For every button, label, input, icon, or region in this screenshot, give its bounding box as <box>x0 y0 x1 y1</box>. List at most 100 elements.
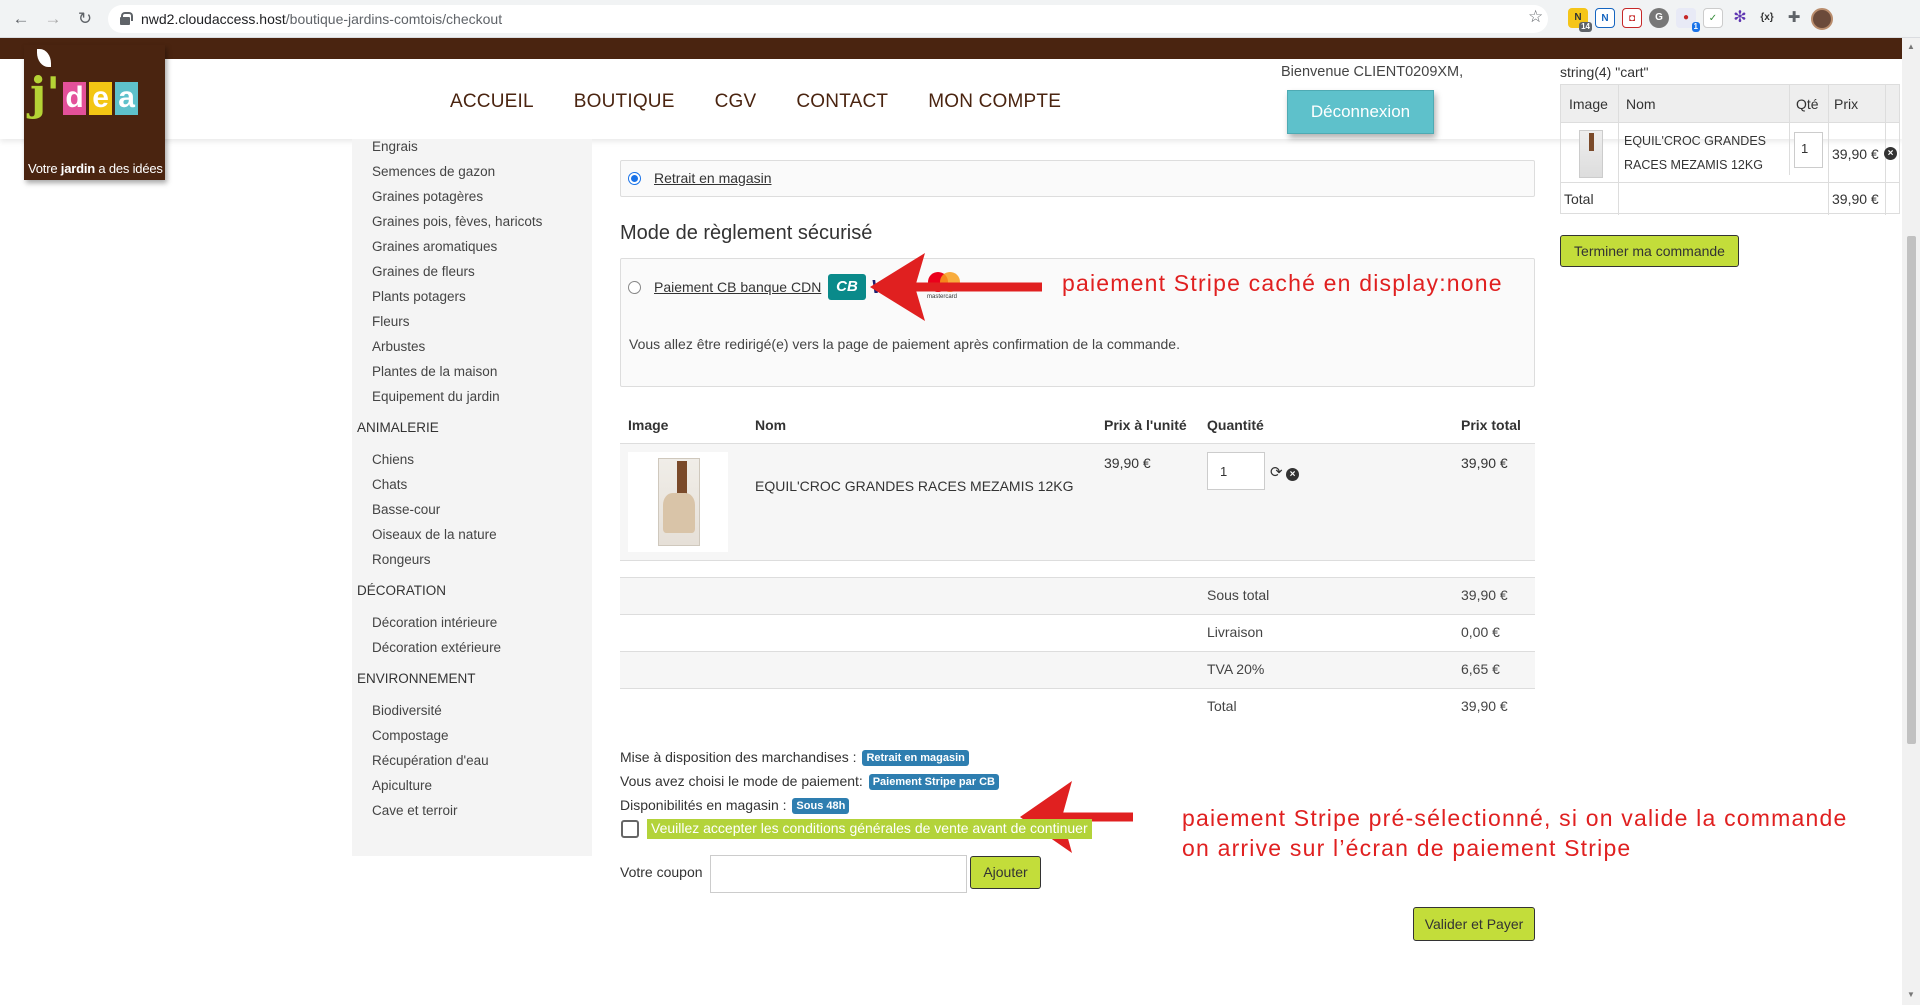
payment-option-label[interactable]: Paiement CB banque CDN <box>654 279 821 295</box>
sidebar-item-graines-potageres[interactable]: Graines potagères <box>372 189 483 204</box>
nav-contact[interactable]: CONTACT <box>796 91 888 113</box>
sidebar-item-fleurs[interactable]: Fleurs <box>372 314 410 329</box>
mini-cart-qty-input[interactable]: 1 <box>1794 132 1823 168</box>
redirect-note: Vous allez être redirigé(e) vers la page… <box>629 336 1180 352</box>
url-host: nwd2.cloudaccess.host <box>141 11 286 27</box>
finish-order-button[interactable]: Terminer ma commande <box>1560 235 1739 267</box>
logo-word: j' d e a <box>30 67 139 120</box>
coupon-input[interactable] <box>710 855 967 893</box>
refresh-icon[interactable]: ⟳ <box>1270 465 1283 480</box>
add-coupon-button[interactable]: Ajouter <box>970 856 1041 889</box>
sidebar-item-decoration-interieure[interactable]: Décoration intérieure <box>372 615 497 630</box>
sidebar-item-recuperation-eau[interactable]: Récupération d'eau <box>372 753 489 768</box>
bookmark-star-icon[interactable]: ☆ <box>1528 7 1543 27</box>
mini-cart-divider <box>1828 85 1829 215</box>
scroll-down-icon[interactable]: ▼ <box>1907 990 1915 999</box>
sidebar-item-arbustes[interactable]: Arbustes <box>372 339 425 354</box>
summary-row-vat: TVA 20% 6,65 € <box>620 651 1535 688</box>
sidebar-item-chiens[interactable]: Chiens <box>372 452 414 467</box>
info-label: Mise à disposition des marchandises : <box>620 749 857 765</box>
forward-icon[interactable]: → <box>43 9 63 29</box>
sidebar-item-equipement-jardin[interactable]: Equipement du jardin <box>372 389 500 404</box>
mini-cart-header-name: Nom <box>1626 96 1656 112</box>
product-image[interactable] <box>628 452 728 552</box>
browser-toolbar: ← → ↻ nwd2.cloudaccess.host/boutique-jar… <box>0 0 1920 38</box>
main-nav: ACCUEIL BOUTIQUE CGV CONTACT MON COMPTE <box>450 91 1061 113</box>
payment-radio[interactable] <box>628 281 641 294</box>
sidebar-item-semences-gazon[interactable]: Semences de gazon <box>372 164 495 179</box>
extension-json-icon[interactable]: {x} <box>1757 8 1777 28</box>
sidebar-item-graines-aromatiques[interactable]: Graines aromatiques <box>372 239 497 254</box>
cgv-checkbox[interactable] <box>621 820 639 838</box>
sidebar-category-decoration[interactable]: DÉCORATION <box>357 583 446 598</box>
address-bar[interactable]: nwd2.cloudaccess.host/boutique-jardins-c… <box>108 5 1548 33</box>
mini-cart-remove-icon[interactable]: × <box>1884 147 1897 160</box>
sidebar-item-biodiversite[interactable]: Biodiversité <box>372 703 442 718</box>
page-scrollbar[interactable]: ▲ ▼ <box>1902 38 1920 1005</box>
sidebar-item-basse-cour[interactable]: Basse-cour <box>372 502 440 517</box>
summary-value: 6,65 € <box>1461 661 1500 677</box>
sidebar-category-environnement[interactable]: ENVIRONNEMENT <box>357 671 476 686</box>
site-logo[interactable]: j' d e a Votre jardin a des idées <box>24 45 165 180</box>
cart-debug-output: string(4) "cart" <box>1560 64 1649 80</box>
mini-cart-product-image[interactable] <box>1579 130 1603 178</box>
logout-button[interactable]: Déconnexion <box>1287 90 1434 134</box>
table-divider <box>620 614 1535 615</box>
extension-shield-icon[interactable]: ◘ <box>1622 8 1642 28</box>
sidebar-item-graines-fleurs[interactable]: Graines de fleurs <box>372 264 475 279</box>
logo-letter-d: d <box>63 82 87 115</box>
cgv-notice: Veuillez accepter les conditions général… <box>647 819 1092 839</box>
sidebar-category-animalerie[interactable]: ANIMALERIE <box>357 420 439 435</box>
mini-cart-header-image: Image <box>1569 96 1608 112</box>
extension-badge: 14 <box>1579 22 1592 32</box>
url-path: /boutique-jardins-comtois/checkout <box>285 11 503 27</box>
sidebar-item-chats[interactable]: Chats <box>372 477 407 492</box>
extension-leaf-icon[interactable]: ✓ <box>1703 8 1723 28</box>
extension-1-icon[interactable]: N 14 <box>1568 8 1592 32</box>
sidebar-item-apiculture[interactable]: Apiculture <box>372 778 432 793</box>
logo-letter-e: e <box>89 82 113 115</box>
logo-letter-a: a <box>115 82 139 115</box>
extension-red-icon[interactable]: ● 1 <box>1676 8 1700 32</box>
profile-avatar[interactable] <box>1811 8 1833 30</box>
summary-label: TVA 20% <box>1207 661 1265 677</box>
sidebar-item-cave-terroir[interactable]: Cave et terroir <box>372 803 458 818</box>
scrollbar-thumb[interactable] <box>1907 236 1916 744</box>
summary-value: 39,90 € <box>1461 698 1508 714</box>
sidebar-item-compostage[interactable]: Compostage <box>372 728 449 743</box>
quantity-input[interactable]: 1 <box>1207 452 1265 490</box>
scroll-up-icon[interactable]: ▲ <box>1907 42 1915 51</box>
nav-mon-compte[interactable]: MON COMPTE <box>928 91 1061 113</box>
mini-cart-divider <box>1789 85 1790 175</box>
table-divider <box>620 688 1535 689</box>
nav-boutique[interactable]: BOUTIQUE <box>574 91 675 113</box>
sidebar-item-decoration-exterieure[interactable]: Décoration extérieure <box>372 640 501 655</box>
sidebar-item-rongeurs[interactable]: Rongeurs <box>372 552 431 567</box>
sidebar-item-oiseaux[interactable]: Oiseaux de la nature <box>372 527 497 542</box>
shipping-radio[interactable] <box>628 172 641 185</box>
annotation-stripe-preselected-2: on arrive sur l’écran de paiement Stripe <box>1182 835 1632 861</box>
extensions-puzzle-icon[interactable]: ✚ <box>1784 8 1804 28</box>
sidebar-item-graines-pois[interactable]: Graines pois, fèves, haricots <box>372 214 542 229</box>
sidebar-item-plants-potagers[interactable]: Plants potagers <box>372 289 466 304</box>
remove-item-icon[interactable]: × <box>1286 468 1299 481</box>
table-row <box>620 444 1535 560</box>
extension-n-icon[interactable]: N <box>1595 8 1615 28</box>
sidebar-item-engrais[interactable]: Engrais <box>372 139 418 154</box>
validate-pay-button[interactable]: Valider et Payer <box>1413 907 1535 941</box>
extension-ghost-icon[interactable]: G <box>1649 8 1669 28</box>
header-quantity: Quantité <box>1207 417 1264 433</box>
nav-cgv[interactable]: CGV <box>715 91 757 113</box>
status-badge: Retrait en magasin <box>862 750 969 766</box>
logo-letter-j: j' <box>30 67 61 120</box>
back-icon[interactable]: ← <box>11 9 31 29</box>
shipping-option-label[interactable]: Retrait en magasin <box>654 170 772 186</box>
welcome-text: Bienvenue CLIENT0209XM, <box>1281 64 1464 80</box>
annotation-stripe-hidden: paiement Stripe caché en display:none <box>1062 270 1503 296</box>
coupon-label: Votre coupon <box>620 864 703 880</box>
nav-accueil[interactable]: ACCUEIL <box>450 91 534 113</box>
sidebar-item-plantes-maison[interactable]: Plantes de la maison <box>372 364 497 379</box>
extension-gear-icon[interactable]: ✻ <box>1730 8 1750 28</box>
reload-icon[interactable]: ↻ <box>75 9 95 29</box>
summary-label: Livraison <box>1207 624 1264 640</box>
